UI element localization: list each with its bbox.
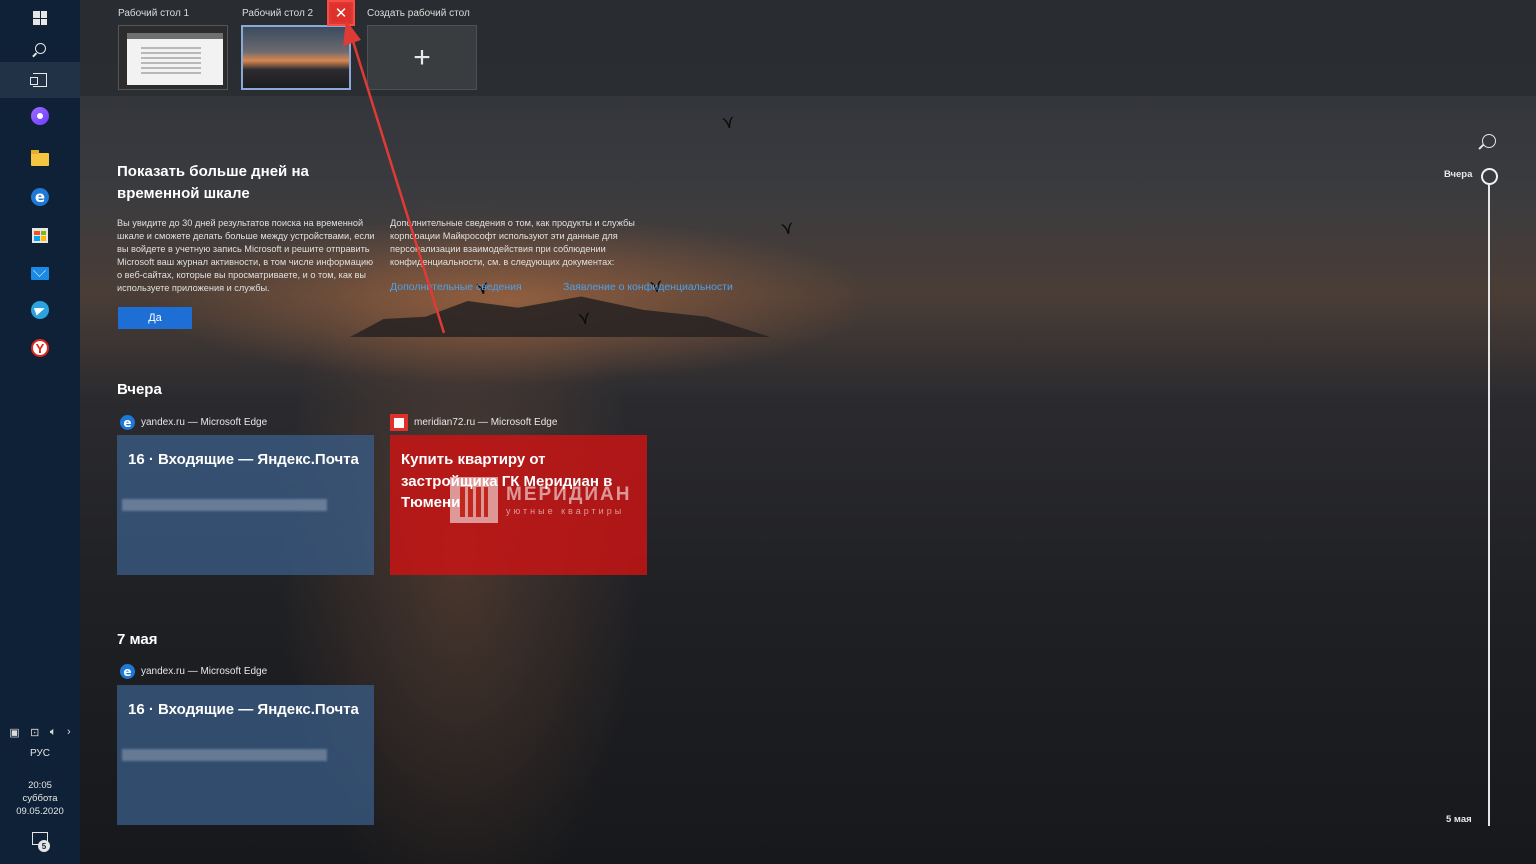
promo-privacy-text: Дополнительные сведения о том, как проду… [390,218,635,267]
volume-icon[interactable]: 🔈︎ [50,726,57,739]
timeline-search-icon[interactable] [1482,134,1496,148]
system-tray: ▣ ⊡ 🔈︎ › [0,722,80,742]
scrubber-bottom-label: 5 мая [1446,814,1472,825]
promo-description: Вы увидите до 30 дней результатов поиска… [117,218,375,293]
alice-button[interactable] [0,98,80,134]
telegram-icon [31,301,49,319]
clock-weekday: суббота [22,793,58,804]
file-explorer-button[interactable] [0,141,80,177]
tray-chevron-icon[interactable]: › [67,726,71,738]
edge-icon: e [120,664,135,679]
scrubber-handle[interactable] [1481,168,1498,185]
store-icon [32,227,48,243]
yes-button[interactable]: Да [118,307,192,329]
search-icon [34,42,46,54]
store-button[interactable] [0,217,80,253]
taskbar: e Y ▣ ⊡ 🔈︎ › РУС 20:05 суббота 09.05.202… [0,0,80,864]
card-source-label: meridian72.ru — Microsoft Edge [414,417,558,428]
edge-button[interactable]: e [0,179,80,215]
edge-icon: e [120,415,135,430]
notification-count-badge: 5 [38,840,50,852]
telegram-button[interactable] [0,292,80,328]
activity-card[interactable]: 16 · Входящие — Яндекс.Почта [117,435,374,575]
wallpaper-hill [350,296,770,337]
clock[interactable]: 20:05 суббота 09.05.2020 [0,779,80,818]
more-info-link[interactable]: Дополнительные сведения [390,281,522,293]
blurred-content [122,499,327,511]
card-title: 16 · Входящие — Яндекс.Почта [128,701,359,718]
desktop-2-thumbnail[interactable] [241,25,351,90]
window-preview [127,33,223,85]
card-source: e yandex.ru — Microsoft Edge [120,664,267,679]
mail-icon [31,266,49,280]
promo-title: Показать больше дней на временной шкале [117,163,309,202]
card-source: e yandex.ru — Microsoft Edge [120,415,267,430]
clock-date: 09.05.2020 [16,806,64,817]
new-desktop-button[interactable]: + [367,25,477,90]
card-title: 16 · Входящие — Яндекс.Почта [128,451,359,468]
windows-icon [33,11,47,25]
activity-card[interactable]: 16 · Входящие — Яндекс.Почта [117,685,374,825]
close-desktop-button[interactable]: ✕ [327,0,355,26]
monitor-icon[interactable]: ⊡ [30,726,39,739]
new-desktop-label: Создать рабочий стол [367,8,470,19]
close-icon: ✕ [334,4,348,22]
desktop-1-thumbnail[interactable] [118,25,228,90]
mail-button[interactable] [0,255,80,291]
yandex-browser-button[interactable]: Y [0,330,80,366]
timeline-scrubber[interactable] [1488,184,1490,826]
card-source-label: yandex.ru — Microsoft Edge [141,666,268,677]
privacy-statement-link[interactable]: Заявление о конфиденциальности [563,281,733,293]
edge-icon: e [31,188,49,206]
activity-card[interactable]: МЕРИДИАН уютные квартиры Купить квартиру… [390,435,647,575]
card-title: Купить квартиру от застройщика ГК Мериди… [401,451,613,511]
plus-icon: + [413,40,431,74]
clock-time: 20:05 [28,780,52,791]
network-status-icon[interactable]: ▣ [9,726,19,739]
card-source-label: yandex.ru — Microsoft Edge [141,417,268,428]
section-title-yesterday: Вчера [117,381,162,398]
task-view-button[interactable] [0,62,80,98]
yandex-browser-icon: Y [31,339,49,357]
meridian-icon [390,414,408,431]
blurred-content [122,749,327,761]
search-button[interactable] [0,30,80,66]
task-view-icon [30,73,47,87]
desktop-2-label: Рабочий стол 2 [242,8,314,19]
file-explorer-icon [31,149,49,166]
desktop-1-label: Рабочий стол 1 [118,8,190,19]
section-title-may-7: 7 мая [117,631,158,648]
scrubber-top-label: Вчера [1444,169,1473,180]
input-language[interactable]: РУС [0,748,80,759]
alice-icon [31,107,49,125]
card-source: meridian72.ru — Microsoft Edge [390,414,557,431]
